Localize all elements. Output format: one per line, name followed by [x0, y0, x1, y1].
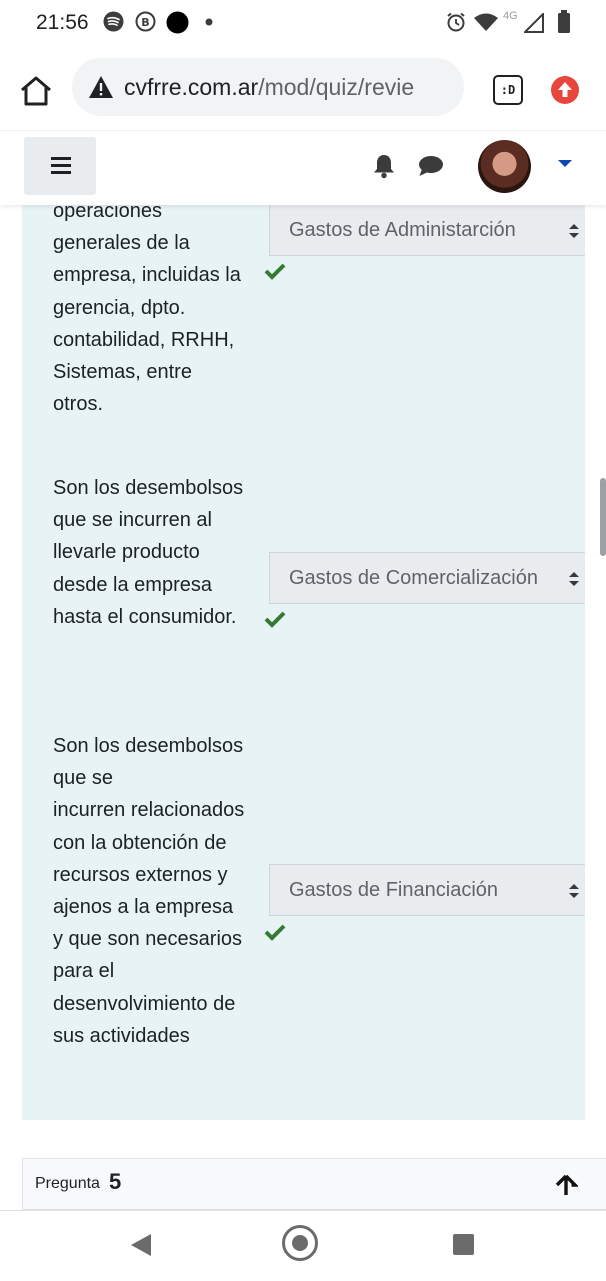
menu-button[interactable] [24, 137, 96, 195]
up-arrow-icon[interactable] [554, 1173, 578, 1197]
question-text-3: Son los desembolsos que se incurren rela… [53, 730, 244, 1052]
home-nav-icon[interactable] [282, 1225, 318, 1261]
select-arrows-icon [569, 224, 579, 238]
chevron-down-icon[interactable] [558, 160, 572, 167]
circle-icon [166, 11, 189, 34]
select-arrows-icon [569, 572, 579, 586]
update-icon[interactable] [551, 76, 579, 104]
svg-text:B: B [141, 16, 149, 29]
text-line: contabilidad, RRHH, [53, 328, 235, 351]
text-line: desenvolvimiento de [53, 992, 236, 1015]
menu-icon-line [51, 164, 71, 167]
check-icon [264, 611, 286, 628]
question-text-2: Son los desembolsos que se incurren al l… [53, 472, 243, 633]
url-host: cvfrre.com.ar [124, 74, 259, 100]
signal-icon [524, 13, 544, 33]
warning-icon[interactable] [88, 75, 114, 99]
status-bar: 21:56 B 4G [0, 0, 606, 46]
text-line: Son los desembolsos [53, 477, 244, 499]
text-line: para el [53, 960, 115, 983]
dot-icon [205, 18, 213, 26]
wifi-icon [474, 13, 498, 31]
text-line: hasta el consumidor. [53, 605, 237, 628]
answer-select-1[interactable]: Gastos de Administarción [269, 204, 585, 256]
answer-select-2[interactable]: Gastos de Comercialización [269, 552, 585, 604]
text-line: con la obtención de [53, 831, 227, 854]
answer-select-value: Gastos de Comercialización [289, 567, 538, 589]
text-line: que se [53, 767, 114, 790]
text-line: ajenos a la empresa [53, 896, 234, 919]
question-text-1: operaciones generales de la empresa, inc… [53, 204, 241, 420]
bell-icon[interactable] [372, 153, 396, 179]
question-header-bar[interactable]: Pregunta 5 [22, 1158, 606, 1210]
question-number: 5 [109, 1169, 122, 1194]
text-line: y que son necesarios [53, 928, 243, 951]
home-icon[interactable] [18, 73, 54, 109]
scrollbar-thumb[interactable] [600, 478, 606, 556]
text-line: empresa, incluidas la [53, 264, 241, 287]
check-icon [264, 924, 286, 941]
site-header [0, 130, 606, 205]
text-line: gerencia, dpto. [53, 296, 186, 319]
avatar[interactable] [478, 140, 531, 193]
network-label: 4G [503, 10, 518, 22]
text-line: Son los desembolsos [53, 735, 244, 757]
question-label: Pregunta [35, 1175, 100, 1192]
answer-select-3[interactable]: Gastos de Financiación [269, 864, 585, 916]
text-line: que se incurren al [53, 509, 212, 532]
url-path: /mod/quiz/revie [258, 74, 415, 100]
text-line: incurren relacionados [53, 799, 245, 822]
system-nav-bar [0, 1210, 606, 1281]
status-time: 21:56 [36, 11, 89, 34]
tabs-button[interactable]: :D [493, 75, 523, 105]
text-line: sus actividades [53, 1024, 190, 1047]
menu-icon-line [51, 171, 71, 174]
text-line: Sistemas, entre [53, 361, 192, 384]
text-line: otros. [53, 393, 104, 416]
answer-select-value: Gastos de Financiación [289, 879, 499, 901]
text-line: recursos externos y [53, 863, 228, 886]
text-line: generales de la [53, 232, 190, 255]
back-icon[interactable] [130, 1233, 152, 1257]
address-bar[interactable]: cvfrre.com.ar/mod/quiz/revie [72, 58, 464, 116]
battery-icon [558, 10, 570, 33]
select-arrows-icon [569, 884, 579, 898]
b-icon: B [135, 11, 156, 32]
quiz-review-content: operaciones generales de la empresa, inc… [0, 204, 606, 1210]
text-line: llevarle producto [53, 541, 200, 564]
text-line: operaciones [53, 204, 162, 222]
menu-icon [51, 157, 71, 160]
url-text[interactable]: cvfrre.com.ar/mod/quiz/revie [124, 74, 454, 101]
chat-icon[interactable] [418, 155, 444, 177]
answer-select-value: Gastos de Administarción [289, 219, 516, 241]
text-line: desde la empresa [53, 573, 212, 596]
check-icon [264, 263, 286, 280]
recent-apps-icon[interactable] [453, 1234, 474, 1255]
browser-toolbar: cvfrre.com.ar/mod/quiz/revie :D [0, 46, 606, 130]
spotify-icon [103, 11, 124, 32]
alarm-icon [447, 12, 465, 32]
